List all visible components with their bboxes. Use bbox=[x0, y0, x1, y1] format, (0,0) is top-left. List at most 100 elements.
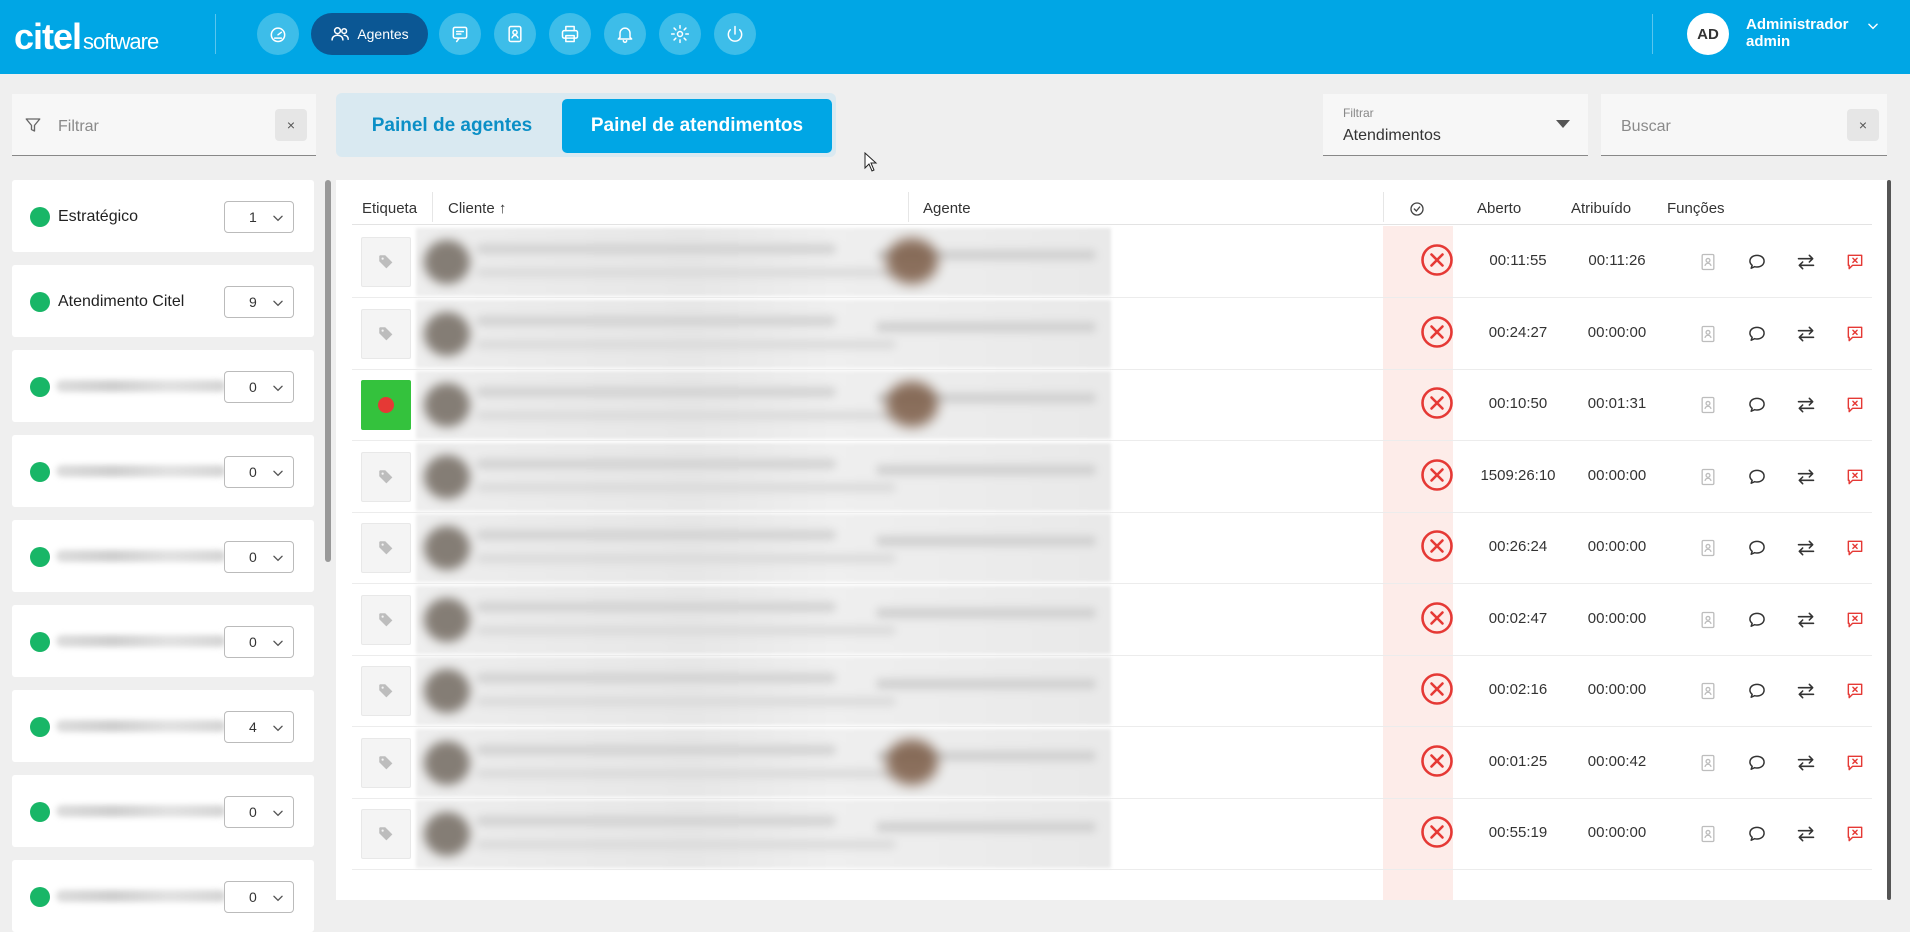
header-aberto[interactable]: Aberto bbox=[1477, 200, 1521, 217]
transfer-button[interactable] bbox=[1796, 324, 1816, 344]
type-filter-select[interactable]: Filtrar Atendimentos bbox=[1323, 94, 1588, 156]
sidebar-scrollbar[interactable] bbox=[325, 180, 331, 562]
open-chat-button[interactable] bbox=[1747, 824, 1767, 844]
tag-button[interactable] bbox=[361, 237, 411, 287]
queue-item[interactable]: 0 bbox=[12, 350, 314, 422]
transfer-button[interactable] bbox=[1796, 681, 1816, 701]
queue-count-select[interactable]: 0 bbox=[224, 456, 294, 488]
table-row[interactable]: 00:55:19 00:00:00 bbox=[352, 798, 1872, 870]
tag-button[interactable] bbox=[361, 809, 411, 859]
table-row[interactable]: 00:02:16 00:00:00 bbox=[352, 655, 1872, 727]
transfer-button[interactable] bbox=[1796, 467, 1816, 487]
nav-chat-button[interactable] bbox=[439, 13, 481, 55]
open-chat-button[interactable] bbox=[1747, 538, 1767, 558]
nav-notifications-button[interactable] bbox=[604, 13, 646, 55]
close-circle-icon[interactable] bbox=[1420, 815, 1454, 849]
header-agente[interactable]: Agente bbox=[923, 200, 971, 217]
close-circle-icon[interactable] bbox=[1420, 386, 1454, 420]
tag-button[interactable] bbox=[361, 594, 411, 645]
nav-print-button[interactable] bbox=[549, 13, 591, 55]
nav-agentes-button[interactable]: Agentes bbox=[311, 13, 428, 55]
table-row[interactable]: 00:26:24 00:00:00 bbox=[352, 512, 1872, 584]
tag-button[interactable] bbox=[361, 523, 411, 573]
close-chat-button[interactable] bbox=[1845, 824, 1865, 844]
user-avatar[interactable]: AD bbox=[1687, 13, 1729, 55]
header-atribuido[interactable]: Atribuído bbox=[1571, 200, 1631, 217]
nav-contacts-button[interactable] bbox=[494, 13, 536, 55]
close-chat-button[interactable] bbox=[1845, 252, 1865, 272]
queue-item[interactable]: Atendimento Citel 9 bbox=[12, 265, 314, 337]
contact-card-button[interactable] bbox=[1698, 538, 1718, 558]
contact-card-button[interactable] bbox=[1698, 824, 1718, 844]
tab-painel-de-atendimentos[interactable]: Painel de atendimentos bbox=[562, 99, 832, 153]
contact-card-button[interactable] bbox=[1698, 395, 1718, 415]
table-row[interactable]: 00:01:25 00:00:42 bbox=[352, 727, 1872, 799]
nav-settings-button[interactable] bbox=[659, 13, 701, 55]
close-circle-icon[interactable] bbox=[1420, 315, 1454, 349]
open-chat-button[interactable] bbox=[1747, 252, 1767, 272]
queue-item[interactable]: 4 bbox=[12, 690, 314, 762]
tab-painel-de-agentes[interactable]: Painel de agentes bbox=[342, 99, 562, 153]
user-name[interactable]: Administrador bbox=[1746, 16, 1849, 33]
close-circle-icon[interactable] bbox=[1420, 672, 1454, 706]
tag-button[interactable] bbox=[361, 666, 411, 716]
queue-count-select[interactable]: 0 bbox=[224, 796, 294, 828]
tag-button[interactable] bbox=[361, 451, 411, 502]
table-scrollbar[interactable] bbox=[1887, 180, 1891, 900]
queue-count-select[interactable]: 0 bbox=[224, 881, 294, 913]
transfer-button[interactable] bbox=[1796, 824, 1816, 844]
transfer-button[interactable] bbox=[1796, 395, 1816, 415]
close-chat-button[interactable] bbox=[1845, 538, 1865, 558]
queue-filter-clear-button[interactable]: × bbox=[275, 109, 307, 141]
open-chat-button[interactable] bbox=[1747, 753, 1767, 773]
queue-count-select[interactable]: 0 bbox=[224, 371, 294, 403]
close-circle-icon[interactable] bbox=[1420, 458, 1454, 492]
close-chat-button[interactable] bbox=[1845, 467, 1865, 487]
chevron-down-icon[interactable] bbox=[1866, 19, 1880, 33]
queue-item[interactable]: 0 bbox=[12, 435, 314, 507]
close-circle-icon[interactable] bbox=[1420, 744, 1454, 778]
queue-count-select[interactable]: 1 bbox=[224, 201, 294, 233]
close-chat-button[interactable] bbox=[1845, 681, 1865, 701]
close-chat-button[interactable] bbox=[1845, 610, 1865, 630]
queue-filter-input[interactable]: Filtrar bbox=[58, 118, 99, 136]
tag-button[interactable] bbox=[361, 308, 411, 359]
check-circle-icon[interactable] bbox=[1409, 201, 1425, 217]
queue-item[interactable]: 0 bbox=[12, 775, 314, 847]
contact-card-button[interactable] bbox=[1698, 610, 1718, 630]
search-clear-button[interactable]: × bbox=[1847, 109, 1879, 141]
queue-count-select[interactable]: 0 bbox=[224, 626, 294, 658]
header-etiqueta[interactable]: Etiqueta bbox=[362, 200, 417, 217]
transfer-button[interactable] bbox=[1796, 753, 1816, 773]
contact-card-button[interactable] bbox=[1698, 681, 1718, 701]
queue-count-select[interactable]: 9 bbox=[224, 286, 294, 318]
contact-card-button[interactable] bbox=[1698, 252, 1718, 272]
open-chat-button[interactable] bbox=[1747, 467, 1767, 487]
table-row[interactable]: 00:02:47 00:00:00 bbox=[352, 584, 1872, 656]
transfer-button[interactable] bbox=[1796, 538, 1816, 558]
citel-logo[interactable]: citel software bbox=[14, 16, 159, 58]
close-circle-icon[interactable] bbox=[1420, 601, 1454, 635]
queue-item[interactable]: Estratégico 1 bbox=[12, 180, 314, 252]
close-chat-button[interactable] bbox=[1845, 395, 1865, 415]
contact-card-button[interactable] bbox=[1698, 324, 1718, 344]
nav-logout-button[interactable] bbox=[714, 13, 756, 55]
header-cliente[interactable]: Cliente ↑ bbox=[448, 200, 506, 217]
queue-item[interactable]: 0 bbox=[12, 605, 314, 677]
table-row[interactable]: 00:10:50 00:01:31 bbox=[352, 369, 1872, 441]
table-row[interactable]: 00:11:55 00:11:26 bbox=[352, 226, 1872, 298]
search-input[interactable]: Buscar × bbox=[1601, 94, 1887, 156]
close-circle-icon[interactable] bbox=[1420, 243, 1454, 277]
transfer-button[interactable] bbox=[1796, 252, 1816, 272]
nav-dashboard-button[interactable] bbox=[257, 13, 299, 55]
queue-count-select[interactable]: 4 bbox=[224, 711, 294, 743]
open-chat-button[interactable] bbox=[1747, 681, 1767, 701]
tag-button[interactable] bbox=[361, 380, 411, 430]
queue-filter[interactable]: Filtrar × bbox=[12, 94, 316, 156]
open-chat-button[interactable] bbox=[1747, 395, 1767, 415]
close-chat-button[interactable] bbox=[1845, 753, 1865, 773]
open-chat-button[interactable] bbox=[1747, 610, 1767, 630]
transfer-button[interactable] bbox=[1796, 610, 1816, 630]
close-circle-icon[interactable] bbox=[1420, 529, 1454, 563]
queue-item[interactable]: 0 bbox=[12, 860, 314, 932]
